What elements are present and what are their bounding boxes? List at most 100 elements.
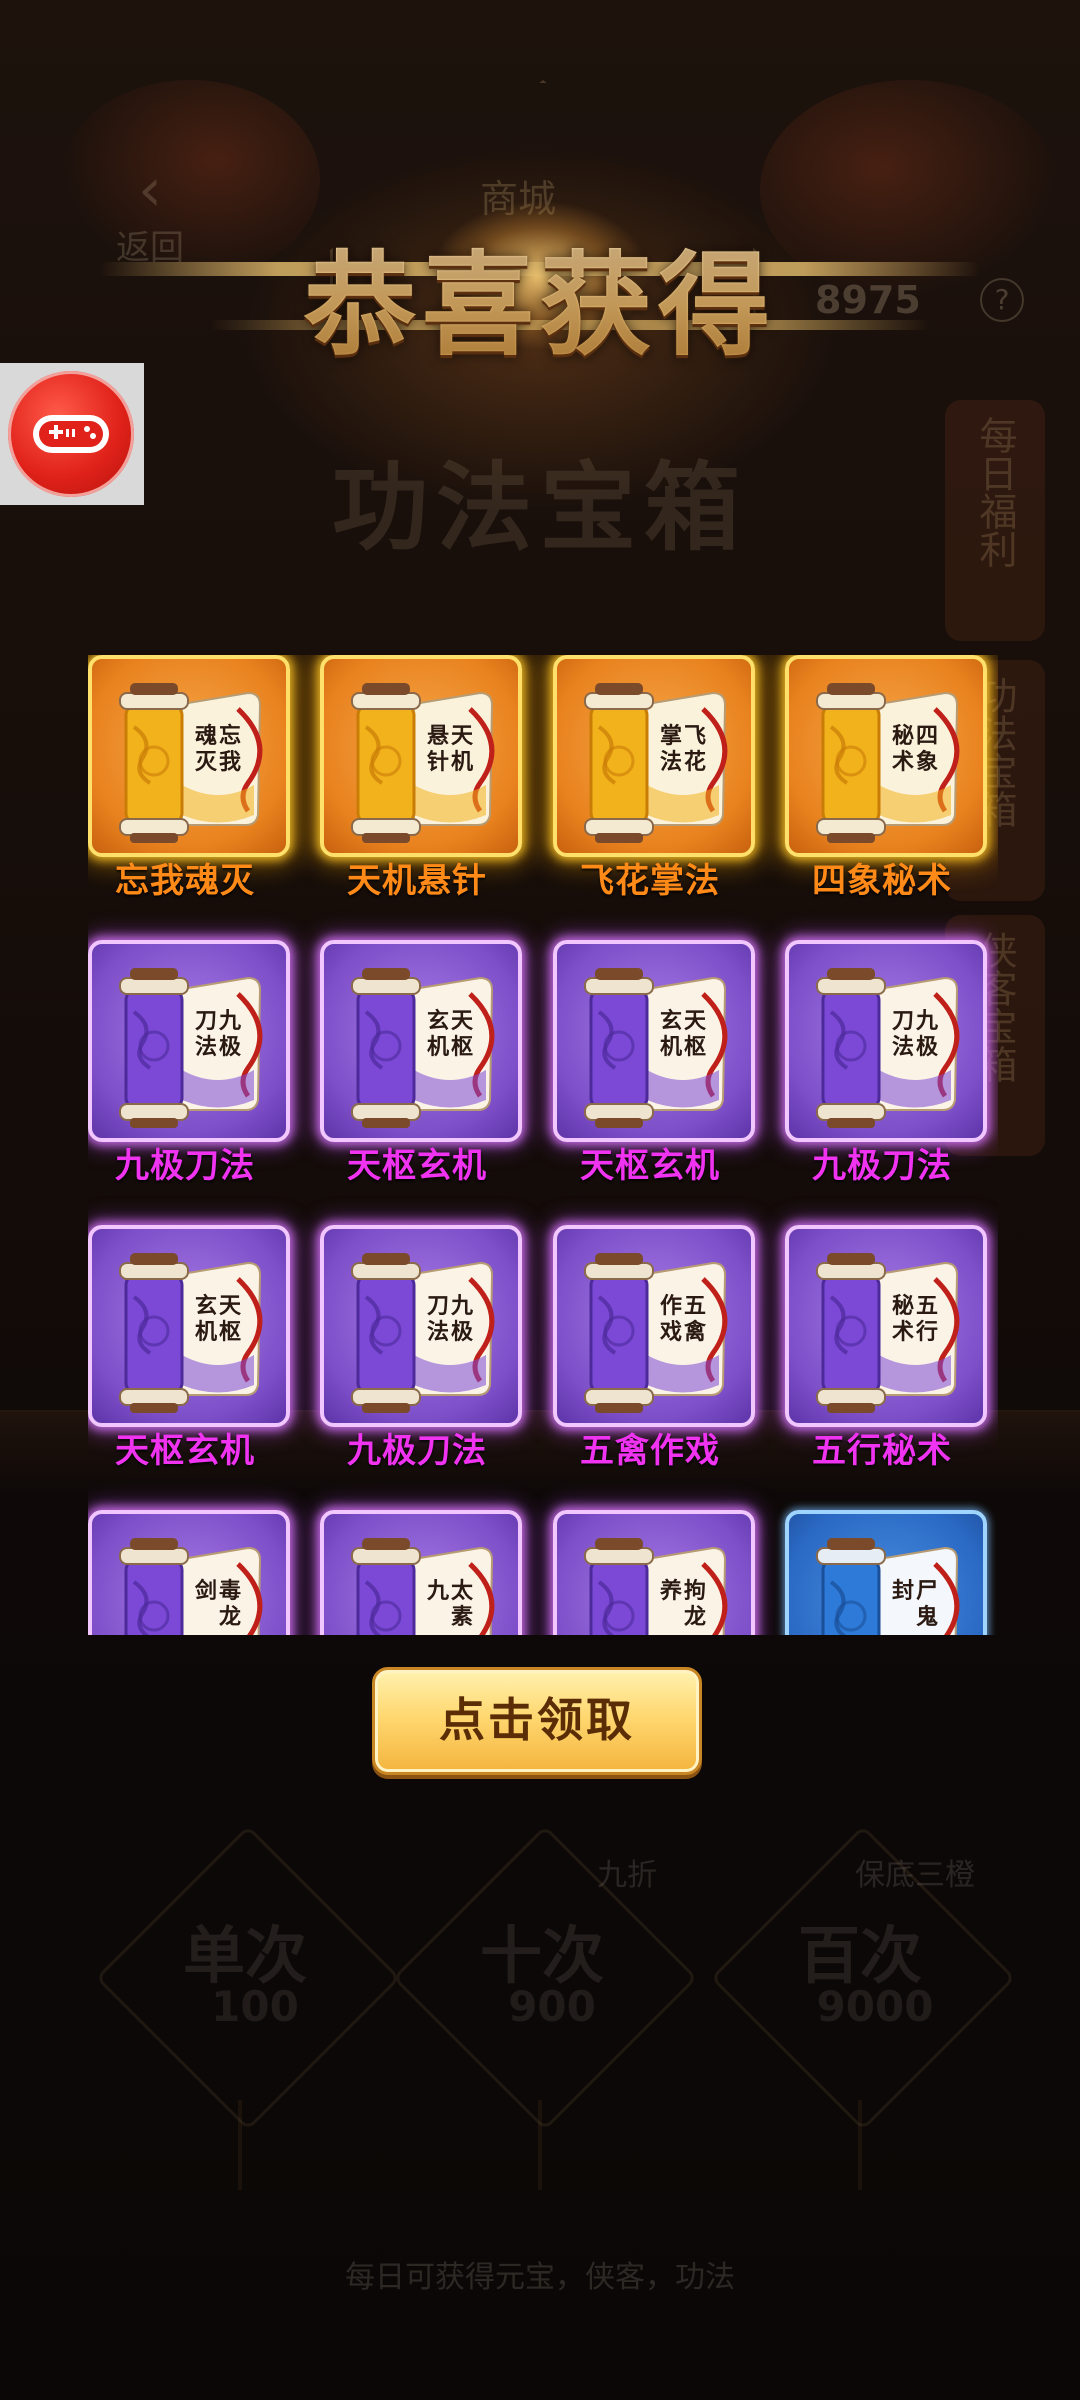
side-tab-daily-welfare: 每日福利 (945, 400, 1045, 641)
reward-item[interactable]: 飞花掌法 飞花掌法 (553, 655, 755, 915)
reward-card-purple[interactable]: 九极刀法 (320, 1225, 522, 1427)
svg-text:作: 作 (660, 1293, 682, 1319)
svg-text:行: 行 (915, 1319, 938, 1345)
svg-text:极: 极 (451, 1319, 474, 1345)
svg-text:机: 机 (660, 1034, 682, 1060)
svg-text:五: 五 (916, 1293, 938, 1319)
reward-name: 九极刀法 (812, 1146, 952, 1186)
reward-grid: 忘我魂灭 忘我魂灭 天机悬针 天机悬针 飞花掌法 飞花掌法 四 象 秘 术 四象… (88, 655, 998, 1635)
reward-card-purple[interactable]: 九极刀法 (88, 940, 290, 1142)
svg-text:法: 法 (892, 1034, 914, 1060)
svg-text:枢: 枢 (451, 1034, 473, 1060)
svg-text:禽: 禽 (683, 1319, 707, 1345)
reward-name: 四象秘术 (812, 861, 952, 901)
floating-assistant-button[interactable] (8, 371, 134, 497)
svg-text:极: 极 (916, 1034, 939, 1060)
reward-name: 五禽作戏 (580, 1431, 720, 1471)
reward-card-purple[interactable]: 拘龙养 (553, 1510, 755, 1635)
svg-text:玄: 玄 (427, 1008, 449, 1034)
scroll-icon: 飞花掌法 (584, 683, 728, 843)
reward-card-gold[interactable]: 天机悬针 (320, 655, 522, 857)
svg-text:秘: 秘 (892, 1293, 914, 1319)
svg-text:花: 花 (684, 749, 706, 775)
svg-text:枢: 枢 (684, 1034, 706, 1060)
svg-text:针: 针 (427, 749, 449, 775)
reward-name: 九极刀法 (347, 1431, 487, 1471)
scroll-icon: 太素九 (351, 1538, 495, 1635)
reward-item[interactable]: 毒龙剑 (88, 1510, 290, 1635)
reward-name: 忘我魂灭 (115, 861, 255, 901)
reward-item[interactable]: 尸鬼封 (785, 1510, 987, 1635)
svg-text:九: 九 (218, 1008, 241, 1034)
svg-text:五: 五 (684, 1293, 706, 1319)
floating-assistant[interactable] (0, 363, 144, 505)
svg-text:法: 法 (660, 749, 682, 775)
reward-item[interactable]: 天枢玄机 天枢玄机 (88, 1225, 290, 1485)
claim-button[interactable]: 点击领取 (372, 1667, 702, 1775)
reward-card-gold[interactable]: 忘我魂灭 (88, 655, 290, 857)
svg-text:术: 术 (892, 749, 914, 775)
reward-card-gold[interactable]: 四象秘术 (785, 655, 987, 857)
reward-card-purple[interactable]: 毒龙剑 (88, 1510, 290, 1635)
option-ten-price: 900 (508, 1982, 596, 2031)
svg-text:素: 素 (451, 1604, 473, 1630)
reward-name: 飞花掌法 (580, 861, 720, 901)
scroll-icon: 五行秘术 (816, 1253, 960, 1413)
reward-card-purple[interactable]: 天枢玄机 (553, 940, 755, 1142)
reward-item[interactable]: 四象秘术 四象秘术 (785, 655, 987, 915)
chevron-left-icon: ‹ (138, 155, 162, 225)
reward-name: 五行秘术 (812, 1431, 952, 1471)
scroll-icon: 四象秘术 (816, 683, 960, 843)
reward-item[interactable]: 天枢玄机 天枢玄机 (553, 940, 755, 1200)
reward-item[interactable]: 五禽作戏 五禽作戏 (553, 1225, 755, 1485)
tassel-ornament (238, 2100, 242, 2190)
svg-text:天: 天 (684, 1008, 707, 1034)
svg-text:九: 九 (915, 1008, 938, 1034)
scroll-icon: 忘我魂灭 (119, 683, 263, 843)
svg-text:刀: 刀 (892, 1008, 914, 1034)
svg-text:法: 法 (427, 1319, 449, 1345)
svg-text:象: 象 (916, 749, 938, 775)
svg-text:太: 太 (451, 1578, 474, 1604)
svg-text:龙: 龙 (219, 1604, 241, 1630)
svg-text:刀: 刀 (195, 1008, 217, 1034)
svg-text:术: 术 (892, 1319, 914, 1345)
reward-card-purple[interactable]: 太素九 (320, 1510, 522, 1635)
reward-card-blue[interactable]: 尸鬼封 (785, 1510, 987, 1635)
svg-text:魂: 魂 (195, 723, 217, 749)
reward-card-purple[interactable]: 九极刀法 (785, 940, 987, 1142)
svg-text:毒: 毒 (219, 1578, 241, 1604)
reward-item[interactable]: 忘我魂灭 忘我魂灭 (88, 655, 290, 915)
back-button: ‹ 返回 (100, 160, 200, 269)
reward-card-purple[interactable]: 天枢玄机 (88, 1225, 290, 1427)
svg-text:戏: 戏 (659, 1319, 682, 1345)
scroll-icon: 九极刀法 (816, 968, 960, 1128)
scroll-icon: 天枢玄机 (351, 968, 495, 1128)
reward-card-purple[interactable]: 五禽作戏 (553, 1225, 755, 1427)
reward-card-purple[interactable]: 五行秘术 (785, 1225, 987, 1427)
svg-text:天: 天 (219, 1293, 242, 1319)
help-icon: ? (980, 278, 1024, 322)
reward-item[interactable]: 九极刀法 九极刀法 (320, 1225, 522, 1485)
reward-item[interactable]: 天机悬针 天机悬针 (320, 655, 522, 915)
svg-text:极: 极 (219, 1034, 242, 1060)
reward-card-purple[interactable]: 天枢玄机 (320, 940, 522, 1142)
reward-item[interactable]: 拘龙养 (553, 1510, 755, 1635)
svg-text:鬼: 鬼 (916, 1604, 938, 1630)
reward-item[interactable]: 太素九 (320, 1510, 522, 1635)
svg-text:机: 机 (451, 749, 473, 775)
reward-name: 天枢玄机 (580, 1146, 720, 1186)
svg-text:机: 机 (427, 1034, 449, 1060)
option-hundred-tag: 保底三橙 (855, 1858, 975, 1893)
footer-note: 每日可获得元宝，侠客，功法 (345, 2260, 735, 2295)
option-hundred-price: 9000 (816, 1982, 934, 2031)
reward-item[interactable]: 天枢玄机 天枢玄机 (320, 940, 522, 1200)
option-ten-tag: 九折 (597, 1858, 657, 1893)
svg-text:悬: 悬 (427, 723, 449, 749)
reward-item[interactable]: 五行秘术 五行秘术 (785, 1225, 987, 1485)
reward-item[interactable]: 九极刀法 九极刀法 (785, 940, 987, 1200)
svg-text:飞: 飞 (684, 723, 706, 749)
reward-card-gold[interactable]: 飞花掌法 (553, 655, 755, 857)
reward-item[interactable]: 九极刀法 九极刀法 (88, 940, 290, 1200)
scroll-icon: 天枢玄机 (584, 968, 728, 1128)
